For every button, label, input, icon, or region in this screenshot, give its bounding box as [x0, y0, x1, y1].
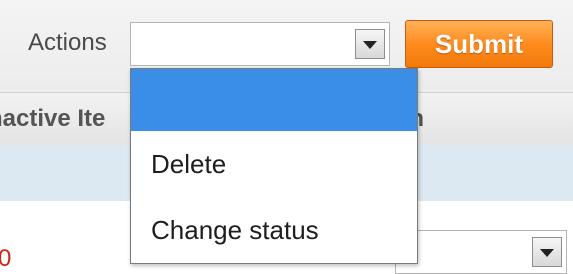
actions-select[interactable] — [130, 22, 390, 66]
chevron-down-icon — [540, 249, 554, 257]
row-action-select[interactable] — [395, 230, 567, 274]
row-inactive-items-value: 0 — [0, 245, 12, 272]
actions-dropdown-menu: Delete Change status — [130, 68, 418, 264]
actions-label: Actions — [28, 29, 107, 56]
dropdown-option-change-status[interactable]: Change status — [131, 199, 417, 261]
dropdown-option-blank[interactable] — [131, 69, 417, 131]
actions-select-arrow[interactable] — [355, 29, 385, 59]
chevron-down-icon — [363, 41, 377, 49]
submit-button[interactable]: Submit — [405, 20, 553, 68]
dropdown-option-delete[interactable]: Delete — [131, 133, 417, 195]
row-action-select-arrow[interactable] — [532, 237, 562, 267]
column-header-inactive-items[interactable]: nactive Ite — [0, 105, 105, 133]
